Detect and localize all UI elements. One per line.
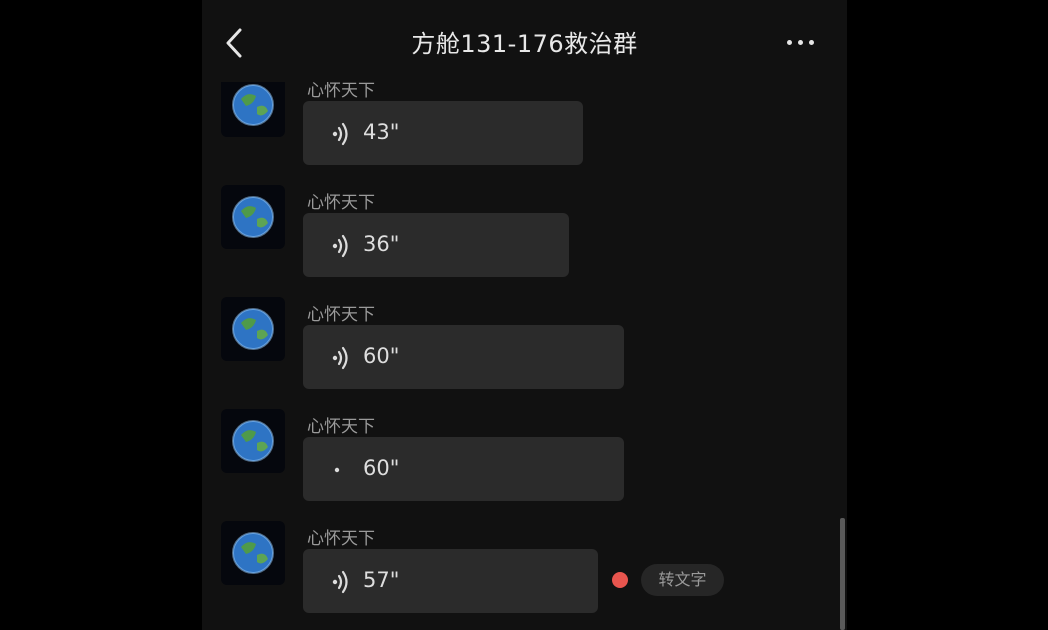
sender-name: 心怀天下: [307, 193, 375, 213]
sender-name: 心怀天下: [307, 529, 375, 549]
chat-screen: 方舱131-176救治群 心怀天下 43" 心怀天下 36" 心怀天下 60" …: [202, 0, 847, 630]
voice-duration: 57": [363, 568, 400, 592]
scrollbar[interactable]: [840, 518, 845, 630]
message-row: 心怀天下 60": [202, 336, 847, 501]
message-row: 心怀天下 60": [202, 224, 847, 389]
more-horizontal-icon[interactable]: [784, 30, 818, 54]
message-row: 心怀天下 36": [202, 112, 847, 277]
sender-name: 心怀天下: [307, 305, 375, 325]
convert-to-text-button[interactable]: 转文字: [641, 564, 724, 596]
sender-name: 心怀天下: [307, 417, 375, 437]
voice-message-bubble[interactable]: 57": [303, 549, 598, 613]
earth-avatar-icon[interactable]: [221, 521, 285, 585]
voice-wave-icon: [332, 570, 348, 594]
chat-header: 方舱131-176救治群: [202, 0, 847, 82]
chat-title: 方舱131-176救治群: [411, 30, 638, 58]
unread-dot: [612, 572, 628, 588]
message-row: 心怀天下 57": [202, 448, 847, 613]
